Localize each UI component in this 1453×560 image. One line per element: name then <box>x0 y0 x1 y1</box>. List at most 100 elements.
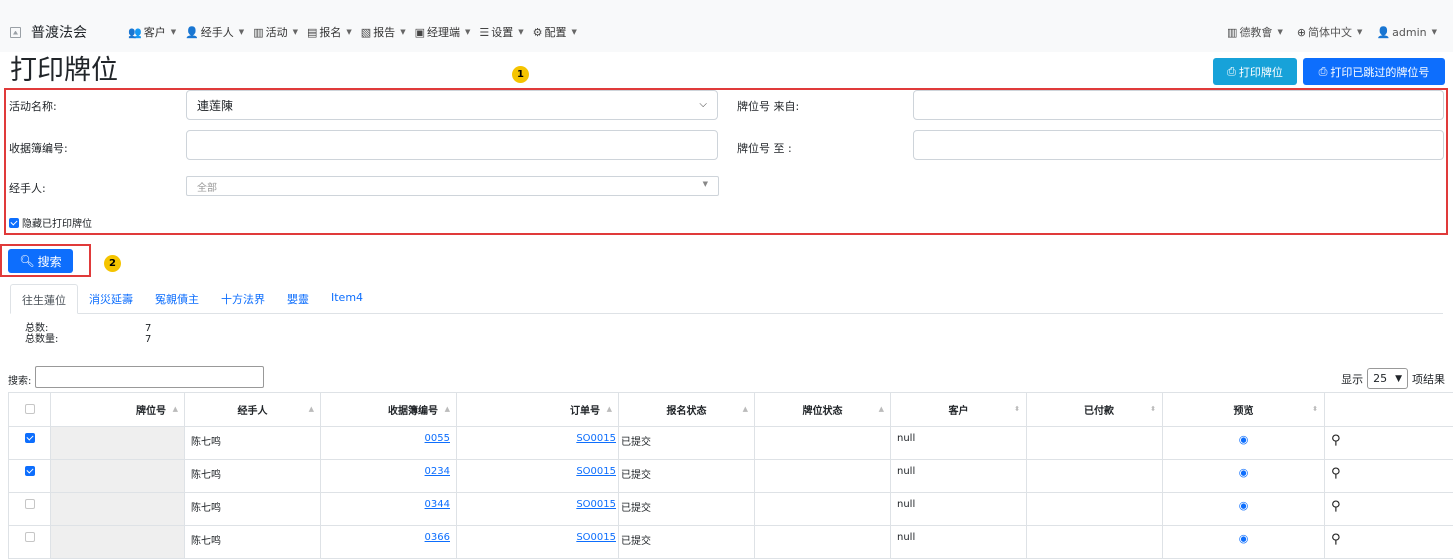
reg-status-cell: 已提交 <box>618 525 755 559</box>
action-cell: ⚲ <box>1324 426 1453 460</box>
order-link[interactable]: SO0015 <box>576 433 616 444</box>
search-button[interactable]: 🔍︎ 搜索 <box>8 249 73 273</box>
tab-rebirth[interactable]: 往生蓮位 <box>10 284 78 314</box>
customer-cell: null <box>890 525 1027 559</box>
activity-value: 連莲陳 <box>197 98 234 113</box>
menu-organization[interactable]: ▥ 德教會 ▼ <box>1227 24 1283 40</box>
select-all-header[interactable] <box>8 392 51 427</box>
order-link[interactable]: SO0015 <box>576 532 616 543</box>
col-preview[interactable]: 预览 ⬍ <box>1162 392 1325 427</box>
tablet-to-input[interactable] <box>913 130 1444 160</box>
tablet-status-cell <box>754 459 891 493</box>
row-checkbox[interactable] <box>24 433 35 443</box>
col-handler[interactable]: 经手人 ▲ <box>184 392 321 427</box>
total-label: 总数: <box>25 323 49 334</box>
row-select-cell[interactable] <box>8 426 51 460</box>
tablet-no-cell <box>50 459 185 493</box>
menu-activities[interactable]: ▥ 活动 ▼ <box>253 24 298 40</box>
col-customer[interactable]: 客户 ⬍ <box>890 392 1027 427</box>
col-order[interactable]: 订单号 ▲ <box>456 392 619 427</box>
hide-printed-checkbox[interactable] <box>9 217 19 228</box>
search-icon[interactable]: ⚲ <box>1331 532 1341 547</box>
caret-down-icon: ▼ <box>400 28 406 36</box>
table-row: 陈七鸣 0344 SO0015 已提交 null ◉ ⚲ <box>8 492 1453 526</box>
eye-icon[interactable]: ◉ <box>1239 532 1249 545</box>
col-reg-status[interactable]: 报名状态 ▲ <box>618 392 755 427</box>
print-tablet-button[interactable]: ⎙ 打印牌位 <box>1213 58 1297 85</box>
user-menu: ▥ 德教會 ▼ ⊕ 简体中文 ▼ 👤 admin ▼ <box>1227 24 1437 40</box>
chevron-down-icon: ▼ <box>1395 373 1402 384</box>
printer-icon: ⎙ <box>1227 64 1236 78</box>
search-icon[interactable]: ⚲ <box>1331 499 1341 514</box>
menu-user[interactable]: 👤 admin ▼ <box>1376 24 1437 40</box>
print-skipped-button[interactable]: ⎙ 打印已跳过的牌位号 <box>1303 58 1445 85</box>
quantity-value: 7 <box>145 334 152 345</box>
map-icon: ▥ <box>253 25 264 39</box>
tab-item4[interactable]: Item4 <box>320 284 374 314</box>
hide-printed-option[interactable]: 隐藏已打印牌位 <box>9 215 92 230</box>
menu-config[interactable]: ⚙ 配置 ▼ <box>533 24 577 40</box>
search-icon[interactable]: ⚲ <box>1331 466 1341 481</box>
menu-registration[interactable]: ▤ 报名 ▼ <box>307 24 352 40</box>
activity-label: 活动名称: <box>9 100 57 113</box>
page-title: 打印牌位 <box>10 55 118 86</box>
table-search-input[interactable] <box>35 366 264 388</box>
caret-down-icon: ▼ <box>1277 28 1283 36</box>
tablet-from-input[interactable] <box>913 90 1444 120</box>
row-checkbox[interactable] <box>24 532 35 542</box>
handler-select[interactable]: 全部 ▼ <box>186 176 719 196</box>
activity-select[interactable]: 連莲陳 ⌵ <box>186 90 718 120</box>
receipt-link[interactable]: 0234 <box>425 466 450 477</box>
search-icon[interactable]: ⚲ <box>1331 433 1341 448</box>
order-link[interactable]: SO0015 <box>576 466 616 477</box>
receipt-link[interactable]: 0055 <box>425 433 450 444</box>
action-cell: ⚲ <box>1324 525 1453 559</box>
col-tablet-status[interactable]: 牌位状态 ▲ <box>754 392 891 427</box>
gear-icon: ⚙ <box>532 25 543 39</box>
receipt-input[interactable] <box>186 130 718 160</box>
menu-settings[interactable]: ☰ 设置 ▼ <box>479 24 523 40</box>
eye-icon[interactable]: ◉ <box>1239 433 1249 446</box>
row-select-cell[interactable] <box>8 525 51 559</box>
brand[interactable]: 普渡法会 <box>10 22 87 42</box>
menu-manager[interactable]: ▣ 经理端 ▼ <box>415 24 471 40</box>
receipt-link[interactable]: 0366 <box>425 532 450 543</box>
file-icon: ▧ <box>360 25 372 39</box>
col-tablet-no[interactable]: 牌位号 ▲ <box>50 392 185 427</box>
column-label: 订单号 <box>570 406 600 417</box>
order-link[interactable]: SO0015 <box>576 499 616 510</box>
row-select-cell[interactable] <box>8 459 51 493</box>
menu-handlers[interactable]: 👤 经手人 ▼ <box>185 24 244 40</box>
col-receipt[interactable]: 收据簿编号 ▲ <box>320 392 457 427</box>
step-marker-2: 2 <box>104 255 121 272</box>
row-checkbox[interactable] <box>24 466 35 476</box>
row-select-cell[interactable] <box>8 492 51 526</box>
column-label: 收据簿编号 <box>388 406 438 417</box>
receipt-link[interactable]: 0344 <box>425 499 450 510</box>
menu-label: 设置 <box>491 26 514 39</box>
col-paid[interactable]: 已付款 ⬍ <box>1026 392 1163 427</box>
paid-cell <box>1026 459 1163 493</box>
menu-customers[interactable]: 👥 客户 ▼ <box>128 24 176 40</box>
eye-icon[interactable]: ◉ <box>1239 499 1249 512</box>
tab-creditors[interactable]: 冤親債主 <box>144 284 210 314</box>
preview-cell: ◉ <box>1162 426 1325 460</box>
table-header-row: 牌位号 ▲ 经手人 ▲ 收据簿编号 ▲ 订单号 ▲ 报名状态 ▲ 牌位状态 ▲ 客户 ⬍ 已付… <box>8 392 1453 427</box>
menu-language[interactable]: ⊕ 简体中文 ▼ <box>1297 24 1363 40</box>
customer-cell: null <box>890 459 1027 493</box>
row-checkbox[interactable] <box>24 499 35 509</box>
tab-infant[interactable]: 嬰靈 <box>276 284 320 314</box>
eye-icon[interactable]: ◉ <box>1239 466 1249 479</box>
select-all-checkbox[interactable] <box>24 404 35 414</box>
tab-ten-realms[interactable]: 十方法界 <box>210 284 276 314</box>
menu-reports[interactable]: ▧ 报告 ▼ <box>361 24 406 40</box>
handler-cell: 陈七鸣 <box>184 426 321 460</box>
page-length-select[interactable]: 25 ▼ <box>1367 368 1408 389</box>
page-length-value: 25 <box>1373 372 1388 385</box>
caret-down-icon: ▼ <box>702 180 708 188</box>
menu-label: 配置 <box>544 26 567 39</box>
tab-longevity[interactable]: 消災延壽 <box>78 284 144 314</box>
caret-down-icon: ▼ <box>346 28 352 36</box>
caret-down-icon: ▼ <box>1431 28 1437 36</box>
tablet-no-cell <box>50 426 185 460</box>
